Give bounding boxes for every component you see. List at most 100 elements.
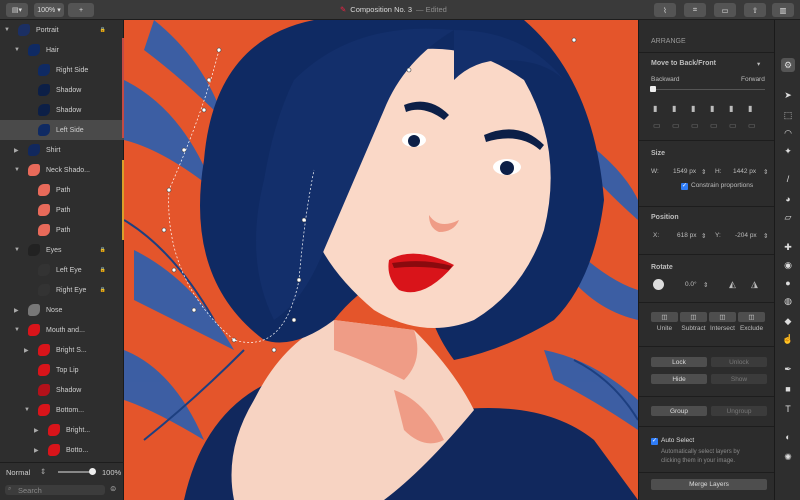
disclosure-expanded-icon[interactable]: ▼: [14, 327, 20, 333]
disclosure-expanded-icon[interactable]: ▼: [4, 27, 10, 33]
disclosure-collapsed-icon[interactable]: ▶: [34, 447, 39, 454]
layer-row[interactable]: Left Eye 🔒: [0, 260, 124, 280]
shape-tool[interactable]: ■: [781, 382, 795, 396]
show-button[interactable]: Show: [711, 374, 767, 384]
layer-row[interactable]: Left Side: [0, 120, 124, 140]
unite-button[interactable]: ◫: [651, 312, 678, 322]
blend-mode-select[interactable]: Normal: [6, 468, 30, 477]
layer-row[interactable]: Shadow: [0, 100, 124, 120]
arrange-slider[interactable]: [653, 89, 765, 90]
fill-tool[interactable]: ◕: [781, 192, 795, 206]
rotate-stepper-icon[interactable]: ⇕: [703, 281, 708, 289]
smudge-tool[interactable]: ☝: [781, 332, 795, 346]
intersect-button[interactable]: ◫: [709, 312, 736, 322]
share-button[interactable]: ⇧: [744, 3, 766, 17]
subtract-button[interactable]: ◫: [680, 312, 707, 322]
canvas[interactable]: [124, 20, 638, 500]
document-button[interactable]: ▭: [714, 3, 736, 17]
blur-tool[interactable]: ◍: [781, 294, 795, 308]
disclosure-collapsed-icon[interactable]: ▶: [24, 347, 29, 354]
align-right-icon[interactable]: ▮: [691, 104, 695, 113]
x-stepper-icon[interactable]: ⇕: [701, 232, 706, 240]
rotate-dial[interactable]: [653, 279, 664, 290]
layer-row[interactable]: ▶ Nose: [0, 300, 124, 320]
lock-icon[interactable]: 🔒: [100, 267, 106, 273]
search-field[interactable]: ⌕ Search: [5, 485, 105, 495]
pen-tool[interactable]: ✒: [781, 362, 795, 376]
flip-vertical-icon[interactable]: ◮: [751, 279, 758, 290]
rotate-field[interactable]: 0.0°: [685, 281, 697, 288]
layer-row[interactable]: ▼ Neck Shado...: [0, 160, 124, 180]
arrange-slider-knob[interactable]: [650, 86, 656, 92]
width-field[interactable]: 1549 px: [673, 168, 696, 175]
eraser-tool[interactable]: ▱: [781, 210, 795, 224]
align-left-icon[interactable]: ▮: [653, 104, 657, 113]
layer-row[interactable]: Right Eye 🔒: [0, 280, 124, 300]
lock-icon[interactable]: 🔒: [100, 27, 106, 33]
align-bottom-icon[interactable]: ▮: [748, 104, 752, 113]
hide-button[interactable]: Hide: [651, 374, 707, 384]
layer-row[interactable]: ▼ Eyes 🔒: [0, 240, 124, 260]
distribute-middle-v-icon[interactable]: ▭: [729, 121, 737, 130]
brush-tool-button[interactable]: ⌇: [654, 3, 676, 17]
y-field[interactable]: -204 px: [735, 232, 757, 239]
merge-layers-button[interactable]: Merge Layers: [651, 479, 767, 490]
layer-row[interactable]: ▶ Shirt: [0, 140, 124, 160]
width-stepper-icon[interactable]: ⇕: [701, 168, 706, 176]
disclosure-collapsed-icon[interactable]: ▶: [14, 147, 19, 154]
chevron-down-icon[interactable]: ▾: [757, 60, 760, 68]
layer-row[interactable]: ▶ Bright...: [0, 420, 124, 440]
text-tool[interactable]: T: [781, 402, 795, 416]
group-button[interactable]: Group: [651, 406, 707, 416]
layer-row[interactable]: ▶ Bright S...: [0, 340, 124, 360]
opacity-slider-knob[interactable]: [89, 468, 96, 475]
distribute-right-icon[interactable]: ▭: [691, 121, 699, 130]
color-picker-tool[interactable]: ◐: [781, 430, 795, 444]
auto-select-checkbox[interactable]: ✓: [651, 438, 658, 445]
inspector-toggle-button[interactable]: ▥: [772, 3, 794, 17]
marquee-tool[interactable]: ⬚: [781, 108, 795, 122]
distribute-top-icon[interactable]: ▭: [710, 121, 718, 130]
layer-row[interactable]: ▼ Hair: [0, 40, 124, 60]
disclosure-expanded-icon[interactable]: ▼: [24, 407, 30, 413]
burn-tool[interactable]: ●: [781, 276, 795, 290]
layer-row[interactable]: Top Lip: [0, 360, 124, 380]
filter-icon[interactable]: ⊜: [110, 484, 116, 493]
layer-row[interactable]: ▼ Bottom...: [0, 400, 124, 420]
distribute-bottom-icon[interactable]: ▭: [748, 121, 756, 130]
distribute-left-icon[interactable]: ▭: [653, 121, 661, 130]
layer-row[interactable]: ▼ Mouth and...: [0, 320, 124, 340]
layer-row[interactable]: ▶ Botto...: [0, 440, 124, 460]
color-adjust-tool[interactable]: ⚙: [781, 58, 795, 72]
layer-row[interactable]: Path: [0, 200, 124, 220]
effects-tool[interactable]: ✺: [781, 450, 795, 464]
zoom-menu-button[interactable]: 100% ▾: [34, 3, 64, 17]
align-center-h-icon[interactable]: ▮: [672, 104, 676, 113]
ungroup-button[interactable]: Ungroup: [711, 406, 767, 416]
repair-tool[interactable]: ✚: [781, 240, 795, 254]
constrain-checkbox[interactable]: ✓: [681, 183, 688, 190]
sharpen-tool[interactable]: ◆: [781, 314, 795, 328]
layer-row[interactable]: Shadow: [0, 380, 124, 400]
height-stepper-icon[interactable]: ⇕: [763, 168, 768, 176]
layer-row[interactable]: Shadow: [0, 80, 124, 100]
lock-icon[interactable]: 🔒: [100, 287, 106, 293]
crop-button[interactable]: ⌗: [684, 3, 706, 17]
layer-row[interactable]: ▼ Portrait 🔒: [0, 20, 124, 40]
disclosure-expanded-icon[interactable]: ▼: [14, 47, 20, 53]
disclosure-expanded-icon[interactable]: ▼: [14, 247, 20, 253]
clone-tool[interactable]: ◉: [781, 258, 795, 272]
x-field[interactable]: 618 px: [677, 232, 697, 239]
add-button[interactable]: +: [68, 3, 94, 17]
flip-horizontal-icon[interactable]: ◭: [729, 279, 736, 290]
y-stepper-icon[interactable]: ⇕: [763, 232, 768, 240]
lasso-tool[interactable]: ◠: [781, 126, 795, 140]
distribute-center-h-icon[interactable]: ▭: [672, 121, 680, 130]
layer-row[interactable]: Right Side: [0, 60, 124, 80]
disclosure-collapsed-icon[interactable]: ▶: [34, 427, 39, 434]
align-top-icon[interactable]: ▮: [710, 104, 714, 113]
brush-tool[interactable]: /: [781, 172, 795, 186]
layer-row[interactable]: Path: [0, 220, 124, 240]
lock-button[interactable]: Lock: [651, 357, 707, 367]
unlock-button[interactable]: Unlock: [711, 357, 767, 367]
